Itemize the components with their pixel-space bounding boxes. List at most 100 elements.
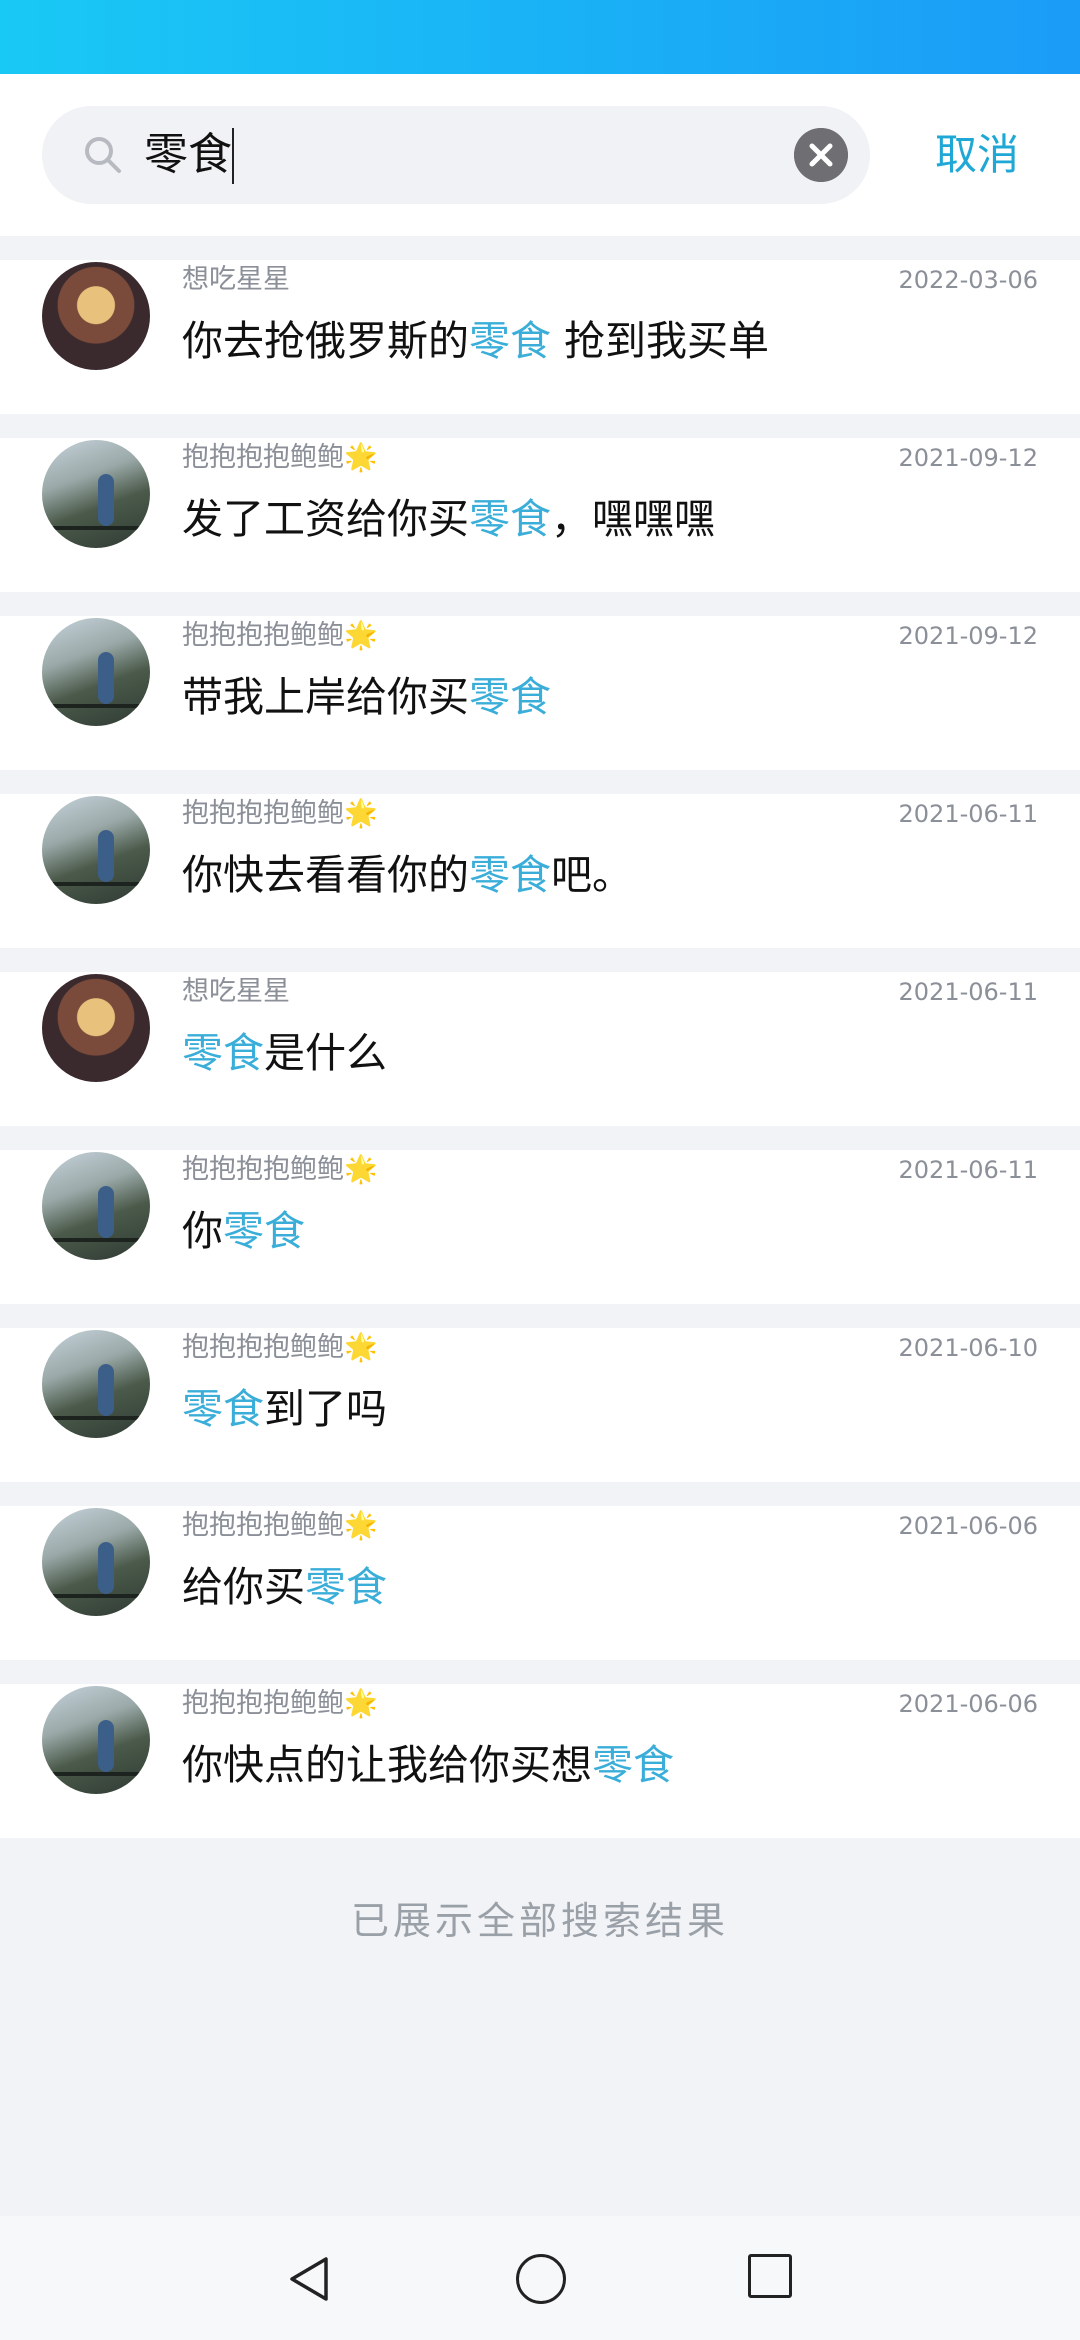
highlighted-keyword: 零食 [469, 495, 551, 543]
sender-name-text: 抱抱抱抱鲍鲍 [182, 620, 344, 651]
result-item[interactable]: 想吃星星 2022-03-06 你去抢俄罗斯的零食 抢到我买单 [0, 260, 1080, 414]
star-icon: 🌟 [344, 1154, 378, 1185]
highlighted-keyword: 零食 [223, 1207, 305, 1255]
back-triangle-icon[interactable] [286, 2254, 334, 2304]
highlighted-keyword: 零食 [469, 851, 551, 899]
avatar-rail [42, 1594, 150, 1598]
result-item[interactable]: 抱抱抱抱鲍鲍🌟 2021-06-11 你快去看看你的零食吧。 [0, 794, 1080, 948]
highlighted-keyword: 零食 [469, 317, 551, 365]
message-date: 2021-09-12 [898, 622, 1038, 650]
sender-name-text: 抱抱抱抱鲍鲍 [182, 1332, 344, 1363]
message-text: 给你买零食 [182, 1556, 387, 1618]
sender-name-text: 抱抱抱抱鲍鲍 [182, 1688, 344, 1719]
message-text: 零食到了吗 [182, 1378, 387, 1440]
sender-name-text: 抱抱抱抱鲍鲍 [182, 1154, 344, 1185]
search-header: 取消 [0, 74, 1080, 236]
sender-name: 抱抱抱抱鲍鲍🌟 [182, 1684, 378, 1724]
message-date: 2021-06-11 [898, 978, 1038, 1006]
message-fragment: 给你买 [182, 1563, 305, 1611]
message-date: 2021-06-10 [898, 1334, 1038, 1362]
message-fragment: 你去抢俄罗斯的 [182, 317, 469, 365]
result-item[interactable]: 抱抱抱抱鲍鲍🌟 2021-09-12 发了工资给你买零食，嘿嘿嘿 [0, 438, 1080, 592]
sender-name: 抱抱抱抱鲍鲍🌟 [182, 616, 378, 656]
message-text: 零食是什么 [182, 1022, 387, 1084]
avatar[interactable] [42, 440, 150, 548]
end-of-results-text: 已展示全部搜索结果 [350, 1899, 729, 1943]
avatar-figure [98, 830, 114, 882]
highlighted-keyword: 零食 [182, 1029, 264, 1077]
avatar-rail [42, 882, 150, 886]
message-fragment: 吧。 [551, 851, 633, 899]
sender-name: 想吃星星 [182, 260, 290, 300]
result-item[interactable]: 想吃星星 2021-06-11 零食是什么 [0, 972, 1080, 1126]
message-text: 你零食 [182, 1200, 305, 1262]
message-date: 2021-06-11 [898, 800, 1038, 828]
avatar-figure [98, 474, 114, 526]
sender-name: 抱抱抱抱鲍鲍🌟 [182, 438, 378, 478]
sender-name-text: 抱抱抱抱鲍鲍 [182, 798, 344, 829]
sender-name: 抱抱抱抱鲍鲍🌟 [182, 1506, 378, 1546]
avatar[interactable] [42, 1686, 150, 1794]
result-item[interactable]: 抱抱抱抱鲍鲍🌟 2021-06-11 你零食 [0, 1150, 1080, 1304]
message-fragment: 你快去看看你的 [182, 851, 469, 899]
message-fragment: 是什么 [264, 1029, 387, 1077]
message-text: 你去抢俄罗斯的零食 抢到我买单 [182, 310, 769, 372]
avatar-rail [42, 526, 150, 530]
avatar[interactable] [42, 618, 150, 726]
home-circle-icon[interactable] [516, 2254, 566, 2304]
search-input[interactable] [144, 106, 744, 204]
avatar[interactable] [42, 1508, 150, 1616]
star-icon: 🌟 [344, 1688, 378, 1719]
avatar-figure [98, 652, 114, 704]
highlighted-keyword: 零食 [592, 1741, 674, 1789]
recent-square-icon[interactable] [748, 2254, 792, 2298]
result-item[interactable]: 抱抱抱抱鲍鲍🌟 2021-09-12 带我上岸给你买零食 [0, 616, 1080, 770]
search-box[interactable] [42, 106, 870, 204]
highlighted-keyword: 零食 [305, 1563, 387, 1611]
result-item[interactable]: 抱抱抱抱鲍鲍🌟 2021-06-06 你快点的让我给你买想零食 [0, 1684, 1080, 1838]
status-bar [0, 0, 1080, 74]
clear-icon[interactable] [794, 128, 848, 182]
highlighted-keyword: 零食 [182, 1385, 264, 1433]
message-fragment: ，嘿嘿嘿 [551, 495, 715, 543]
message-date: 2021-06-06 [898, 1512, 1038, 1540]
result-item[interactable]: 抱抱抱抱鲍鲍🌟 2021-06-06 给你买零食 [0, 1506, 1080, 1660]
avatar-rail [42, 1772, 150, 1776]
avatar[interactable] [42, 974, 150, 1082]
message-date: 2021-09-12 [898, 444, 1038, 472]
star-icon: 🌟 [344, 1510, 378, 1541]
message-text: 你快去看看你的零食吧。 [182, 844, 633, 906]
result-item[interactable]: 抱抱抱抱鲍鲍🌟 2021-06-10 零食到了吗 [0, 1328, 1080, 1482]
avatar[interactable] [42, 1152, 150, 1260]
avatar-rail [42, 1416, 150, 1420]
search-result-list: 想吃星星 2022-03-06 你去抢俄罗斯的零食 抢到我买单 抱抱抱抱鲍鲍🌟 2021… [0, 260, 1080, 1862]
highlighted-keyword: 零食 [469, 673, 551, 721]
message-fragment: 抢到我买单 [551, 317, 770, 365]
message-date: 2021-06-06 [898, 1690, 1038, 1718]
avatar-rail [42, 704, 150, 708]
avatar[interactable] [42, 796, 150, 904]
sender-name-text: 想吃星星 [182, 264, 290, 295]
sender-name-text: 抱抱抱抱鲍鲍 [182, 1510, 344, 1541]
text-caret [232, 128, 234, 184]
avatar-figure [98, 1364, 114, 1416]
system-nav-bar [0, 2216, 1080, 2340]
star-icon: 🌟 [344, 1332, 378, 1363]
avatar[interactable] [42, 1330, 150, 1438]
avatar-figure [98, 1186, 114, 1238]
sender-name: 想吃星星 [182, 972, 290, 1012]
message-date: 2022-03-06 [898, 266, 1038, 294]
cancel-button[interactable]: 取消 [902, 130, 1052, 180]
star-icon: 🌟 [344, 442, 378, 473]
sender-name-text: 抱抱抱抱鲍鲍 [182, 442, 344, 473]
sender-name: 抱抱抱抱鲍鲍🌟 [182, 1150, 378, 1190]
message-text: 发了工资给你买零食，嘿嘿嘿 [182, 488, 715, 550]
message-text: 带我上岸给你买零食 [182, 666, 551, 728]
search-icon [85, 137, 121, 173]
avatar[interactable] [42, 262, 150, 370]
sender-name: 抱抱抱抱鲍鲍🌟 [182, 794, 378, 834]
avatar-figure [98, 1542, 114, 1594]
message-fragment: 发了工资给你买 [182, 495, 469, 543]
message-fragment: 带我上岸给你买 [182, 673, 469, 721]
star-icon: 🌟 [344, 620, 378, 651]
